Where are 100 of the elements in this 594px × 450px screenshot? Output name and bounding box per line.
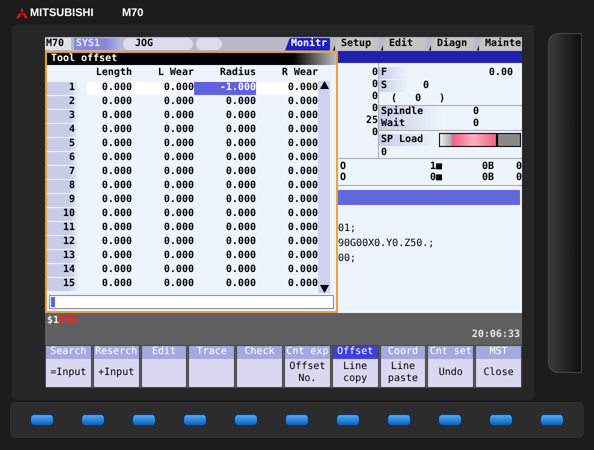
table-cell[interactable]: -1.000	[194, 82, 256, 94]
table-cell[interactable]: 0.000	[132, 250, 194, 262]
table-cell[interactable]: 0.000	[256, 264, 318, 276]
table-cell[interactable]: 0.000	[132, 194, 194, 206]
table-cell[interactable]: 0.000	[132, 236, 194, 248]
table-cell[interactable]: 0.000	[194, 138, 256, 150]
soft-key[interactable]: Cnt exp Offset No.	[284, 345, 331, 388]
table-row[interactable]: 0.000 0.000 0.000 0.000	[87, 194, 318, 206]
hardware-key[interactable]	[30, 414, 54, 426]
table-cell[interactable]: 0.000	[132, 96, 194, 108]
table-cell[interactable]: 0.000	[87, 250, 132, 262]
soft-key[interactable]: MST Close	[475, 345, 522, 388]
table-cell[interactable]: 0.000	[194, 110, 256, 122]
table-cell[interactable]: 0.000	[194, 96, 256, 108]
tab[interactable]: Monitr	[285, 38, 330, 50]
table-cell[interactable]: 0.000	[132, 82, 194, 94]
table-cell[interactable]: 0.000	[256, 152, 318, 164]
table-cell[interactable]: 0.000	[256, 222, 318, 234]
scroll-up-icon[interactable]	[320, 81, 328, 89]
table-cell[interactable]: 0.000	[87, 138, 132, 150]
table-cell[interactable]: 0.000	[256, 138, 318, 150]
table-row[interactable]: 0.000 0.000 0.000 0.000	[87, 124, 318, 136]
table-cell[interactable]: 0.000	[194, 278, 256, 290]
hardware-key[interactable]	[387, 414, 412, 426]
table-row[interactable]: 0.000 0.000 0.000 0.000	[87, 138, 318, 150]
table-cell[interactable]: 0.000	[132, 264, 194, 276]
table-cell[interactable]: 0.000	[132, 110, 194, 122]
hardware-key[interactable]	[540, 414, 564, 426]
table-cell[interactable]: 0.000	[87, 222, 132, 234]
hardware-key[interactable]	[336, 414, 360, 426]
scrollbar[interactable]	[318, 81, 330, 293]
hardware-key[interactable]	[132, 414, 156, 426]
table-row[interactable]: 0.000 0.000 -1.000 0.000	[87, 82, 318, 94]
tab[interactable]: Mainte	[477, 38, 522, 50]
table-cell[interactable]: 0.000	[194, 180, 256, 192]
table-cell[interactable]: 0.000	[256, 208, 318, 220]
soft-key[interactable]: Coord Line paste	[380, 345, 426, 388]
input-field[interactable]	[49, 295, 334, 309]
hardware-key[interactable]	[182, 414, 207, 426]
table-cell[interactable]: 0.000	[194, 208, 256, 220]
table-cell[interactable]: 0.000	[87, 236, 132, 248]
tab[interactable]: Diagn	[429, 38, 474, 50]
table-row[interactable]: 0.000 0.000 0.000 0.000	[87, 208, 318, 220]
table-cell[interactable]: 0.000	[132, 166, 194, 178]
soft-key[interactable]: Cnt set Undo	[427, 345, 474, 388]
soft-key[interactable]: Search =Input	[45, 345, 92, 388]
table-cell[interactable]: 0.000	[256, 236, 318, 248]
hardware-key[interactable]	[438, 414, 462, 426]
table-cell[interactable]: 0.000	[132, 180, 194, 192]
table-cell[interactable]: 0.000	[256, 124, 318, 136]
table-cell[interactable]: 0.000	[87, 194, 132, 206]
hardware-key[interactable]	[489, 414, 514, 426]
table-cell[interactable]: 0.000	[256, 180, 318, 192]
scroll-down-icon[interactable]	[320, 285, 328, 293]
table-cell[interactable]: 0.000	[87, 124, 132, 136]
table-cell[interactable]: 0.000	[132, 208, 194, 220]
table-row[interactable]: 0.000 0.000 0.000 0.000	[87, 222, 318, 234]
table-cell[interactable]: 0.000	[132, 152, 194, 164]
table-cell[interactable]: 0.000	[194, 194, 256, 206]
table-row[interactable]: 0.000 0.000 0.000 0.000	[87, 250, 318, 262]
table-cell[interactable]: 0.000	[194, 222, 256, 234]
table-cell[interactable]: 0.000	[256, 96, 318, 108]
table-cell[interactable]: 0.000	[194, 124, 256, 136]
table-row[interactable]: 0.000 0.000 0.000 0.000	[87, 152, 318, 164]
table-cell[interactable]: 0.000	[87, 110, 132, 122]
table-cell[interactable]: 0.000	[256, 82, 318, 94]
table-cell[interactable]: 0.000	[194, 236, 256, 248]
table-cell[interactable]: 0.000	[256, 278, 318, 290]
table-row[interactable]: 0.000 0.000 0.000 0.000	[87, 166, 318, 178]
table-cell[interactable]: 0.000	[87, 152, 132, 164]
table-cell[interactable]: 0.000	[132, 138, 194, 150]
table-row[interactable]: 0.000 0.000 0.000 0.000	[87, 96, 318, 108]
table-cell[interactable]: 0.000	[87, 180, 132, 192]
table-cell[interactable]: 0.000	[132, 124, 194, 136]
table-cell[interactable]: 0.000	[132, 278, 194, 290]
soft-key[interactable]: Reserch +Input	[92, 345, 140, 388]
table-cell[interactable]: 0.000	[87, 96, 132, 108]
table-row[interactable]: 0.000 0.000 0.000 0.000	[87, 264, 318, 276]
hardware-key[interactable]	[234, 414, 258, 426]
table-cell[interactable]: 0.000	[87, 166, 132, 178]
table-cell[interactable]: 0.000	[87, 278, 132, 290]
table-cell[interactable]: 0.000	[194, 264, 256, 276]
table-cell[interactable]: 0.000	[87, 264, 132, 276]
table-cell[interactable]: 0.000	[87, 82, 132, 94]
tab[interactable]: Edit	[381, 38, 426, 50]
hardware-key[interactable]	[284, 414, 309, 426]
table-cell[interactable]: 0.000	[256, 194, 318, 206]
table-cell[interactable]: 0.000	[194, 250, 256, 262]
hardware-key[interactable]	[80, 414, 105, 426]
table-cell[interactable]: 0.000	[194, 166, 256, 178]
table-cell[interactable]: 0.000	[87, 208, 132, 220]
table-cell[interactable]: 0.000	[256, 110, 318, 122]
table-row[interactable]: 0.000 0.000 0.000 0.000	[87, 110, 318, 122]
soft-key[interactable]: Offset Line copy	[332, 345, 379, 388]
table-cell[interactable]: 0.000	[132, 222, 194, 234]
table-cell[interactable]: 0.000	[256, 166, 318, 178]
table-row[interactable]: 0.000 0.000 0.000 0.000	[87, 180, 318, 192]
table-row[interactable]: 0.000 0.000 0.000 0.000	[87, 278, 318, 290]
table-row[interactable]: 0.000 0.000 0.000 0.000	[87, 236, 318, 248]
tab[interactable]: Setup	[333, 38, 378, 50]
